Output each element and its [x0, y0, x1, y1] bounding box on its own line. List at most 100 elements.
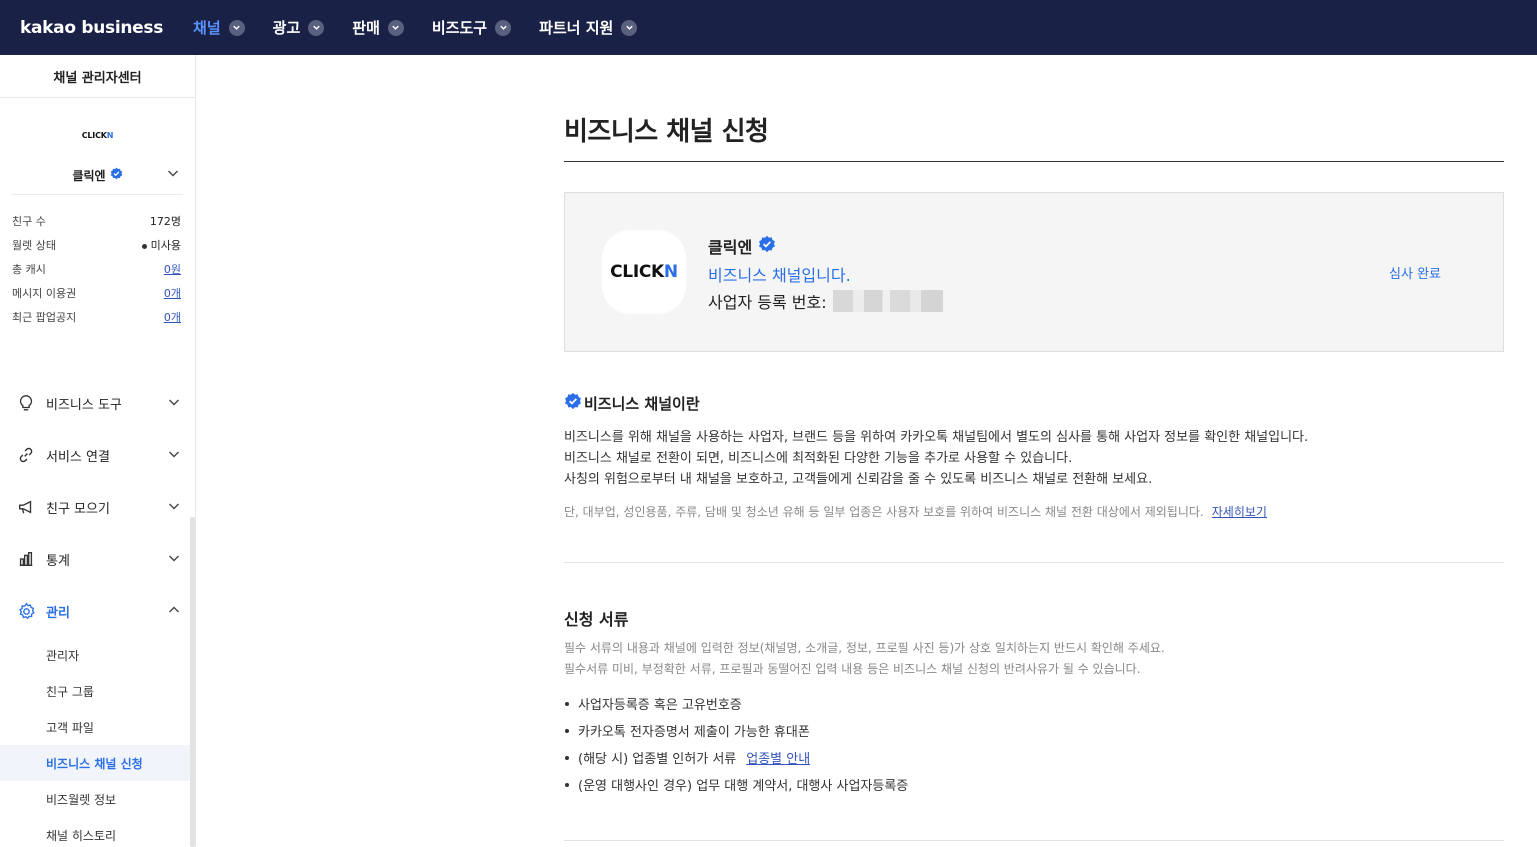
channel-name: 클릭엔	[72, 168, 106, 183]
stat-value: 172명	[149, 215, 181, 228]
profile-logo-text: CLICK	[610, 262, 664, 282]
list-item: (운영 대행사인 경우) 업무 대행 계약서, 대행사 사업자등록증	[564, 771, 908, 798]
description-line: 사칭의 위험으로부터 내 채널을 보호하고, 고객들에게 신뢰감을 줄 수 있도…	[564, 472, 1153, 487]
section-required-documents-title: 신청 서류	[564, 610, 629, 629]
chevron-down-icon	[387, 19, 404, 36]
stat-value-link[interactable]: 0개	[164, 285, 181, 301]
list-item-text: 카카오톡 전자증명서 제출이 가능한 휴대폰	[578, 725, 810, 740]
list-item: (해당 시) 업종별 인허가 서류 업종별 안내	[564, 744, 908, 771]
nav-channel-label: 채널	[193, 19, 221, 37]
status-dot	[141, 243, 147, 249]
submenu-customer-files[interactable]: 고객 파일	[0, 709, 190, 745]
stat-wallet: 월렛 상태 미사용	[12, 233, 181, 257]
submenu-business-channel-apply[interactable]: 비즈니스 채널 신청	[0, 745, 190, 781]
exclusion-note-text: 단, 대부업, 성인용품, 주류, 담배 및 청소년 유해 등 일부 업종은 사…	[564, 505, 1204, 519]
documents-description-line: 필수 서류의 내용과 채널에 입력한 정보(채널명, 소개글, 정보, 프로필 …	[564, 641, 1165, 655]
list-item-text: (해당 시) 업종별 인허가 서류	[578, 752, 737, 767]
channel-logo: CLICKN	[68, 131, 128, 140]
main-nav: 채널 광고 판매 비즈도구 파트너 지원	[193, 17, 665, 38]
nav-sales-label: 판매	[352, 19, 380, 37]
nav-biz-tools[interactable]: 비즈도구	[431, 17, 512, 38]
biz-number-label: 사업자 등록 번호:	[708, 293, 827, 312]
sidebar-item-gather-friends[interactable]: 친구 모으기	[0, 481, 190, 533]
documents-description-line: 필수서류 미비, 부정확한 서류, 프로필과 동떨어진 입력 내용 등은 비즈니…	[564, 662, 1141, 676]
channel-stats: 친구 수 172명 월렛 상태 미사용 총 캐시 0원 메시지 이용권 0개 최근 팝업…	[0, 195, 195, 329]
stat-value-link[interactable]: 0개	[164, 309, 181, 325]
redacted-biz-number	[832, 290, 943, 312]
chevron-down-icon	[168, 500, 180, 516]
page-title: 비즈니스 채널 신청	[564, 117, 769, 147]
sidebar-item-label: 친구 모으기	[46, 501, 110, 517]
channel-selector[interactable]: 클릭엔	[0, 165, 195, 185]
sidebar-menu: 비즈니스 도구 서비스 연결 친구 모으기 통계 관리 관리자 친구 그룹 고객…	[0, 377, 190, 847]
management-submenu: 관리자 친구 그룹 고객 파일 비즈니스 채널 신청 비즈월렛 정보 채널 히스…	[0, 637, 190, 847]
bullet	[565, 728, 569, 733]
sidebar: 채널 관리자센터 CLICKN 클릭엔 친구 수 172명 월렛 상태 미사용 총 …	[0, 55, 196, 847]
learn-more-link[interactable]: 자세히보기	[1212, 505, 1267, 519]
profile-logo-accent: N	[663, 262, 678, 282]
review-status: 심사 완료	[1389, 267, 1441, 282]
channel-status-card: CLICK N 클릭엔 비즈니스 채널입니다. 사업자 등록 번호: 심사 완료	[564, 192, 1504, 352]
nav-biz-tools-label: 비즈도구	[431, 19, 488, 37]
title-divider	[564, 161, 1504, 162]
chevron-down-icon	[308, 19, 325, 36]
sidebar-scrollbar[interactable]	[190, 517, 195, 847]
verified-badge-icon	[564, 392, 582, 414]
card-channel-name-row: 클릭엔	[708, 234, 776, 258]
list-item: 사업자등록증 혹은 고유번호증	[564, 690, 908, 717]
card-channel-type: 비즈니스 채널입니다.	[708, 266, 851, 285]
stat-label: 메시지 이용권	[12, 287, 77, 300]
channel-logo-text: CLICK	[81, 131, 107, 140]
nav-sales[interactable]: 판매	[352, 17, 404, 38]
channel-logo-accent: N	[106, 131, 114, 140]
section-description: 비즈니스를 위해 채널을 사용하는 사업자, 브랜드 등을 위하여 카카오톡 채…	[564, 427, 1308, 490]
description-line: 비즈니스 채널로 전환이 되면, 비즈니스에 최적화된 다양한 기능을 추가로 …	[564, 451, 1073, 466]
stat-label: 최근 팝업공지	[12, 311, 77, 324]
bullet	[565, 701, 569, 706]
list-item-text: 사업자등록증 혹은 고유번호증	[578, 698, 742, 713]
industry-guide-link[interactable]: 업종별 안내	[746, 748, 810, 767]
gear-icon	[16, 601, 36, 621]
submenu-channel-history[interactable]: 채널 히스토리	[0, 817, 190, 847]
card-biz-number: 사업자 등록 번호:	[708, 289, 943, 313]
sidebar-item-service-link[interactable]: 서비스 연결	[0, 429, 190, 481]
stat-value-link[interactable]: 0원	[164, 261, 181, 277]
chevron-up-icon	[168, 604, 180, 620]
section-what-is-business-channel-title: 비즈니스 채널이란	[564, 392, 700, 414]
card-channel-name: 클릭엔	[708, 238, 753, 257]
nav-ads-label: 광고	[272, 19, 301, 37]
megaphone-icon	[16, 497, 36, 517]
stat-label: 친구 수	[12, 215, 46, 228]
sidebar-item-biz-tools[interactable]: 비즈니스 도구	[0, 377, 190, 429]
stat-message-voucher: 메시지 이용권 0개	[12, 281, 181, 305]
section-divider	[564, 562, 1504, 563]
stat-label: 월렛 상태	[12, 239, 56, 252]
sidebar-title: 채널 관리자센터	[0, 55, 195, 98]
lightbulb-icon	[16, 393, 36, 413]
bullet	[565, 782, 569, 787]
stat-label: 총 캐시	[12, 263, 46, 276]
chevron-down-icon[interactable]	[167, 167, 179, 182]
description-line: 비즈니스를 위해 채널을 사용하는 사업자, 브랜드 등을 위하여 카카오톡 채…	[564, 430, 1309, 445]
section-title-text: 비즈니스 채널이란	[584, 394, 700, 413]
kakao-business-logo[interactable]: kakao business	[20, 18, 163, 38]
stat-friends: 친구 수 172명	[12, 209, 181, 233]
submenu-admins[interactable]: 관리자	[0, 637, 190, 673]
list-item: 카카오톡 전자증명서 제출이 가능한 휴대폰	[564, 717, 908, 744]
link-icon	[16, 445, 36, 465]
sidebar-item-management[interactable]: 관리	[0, 585, 190, 637]
chevron-down-icon	[168, 552, 180, 568]
sidebar-item-label: 비즈니스 도구	[46, 397, 122, 413]
nav-partner-support[interactable]: 파트너 지원	[539, 17, 638, 38]
nav-ads[interactable]: 광고	[273, 17, 325, 38]
sidebar-item-statistics[interactable]: 통계	[0, 533, 190, 585]
bullet	[565, 755, 569, 760]
exclusion-note: 단, 대부업, 성인용품, 주류, 담배 및 청소년 유해 등 일부 업종은 사…	[564, 503, 1267, 520]
sidebar-item-label: 관리	[46, 605, 70, 621]
submenu-bizwallet-info[interactable]: 비즈월렛 정보	[0, 781, 190, 817]
nav-channel[interactable]: 채널	[193, 17, 245, 38]
cutoff-icon	[16, 349, 30, 353]
submenu-friend-groups[interactable]: 친구 그룹	[0, 673, 190, 709]
stat-value: 미사용	[150, 239, 181, 252]
verified-badge-icon	[110, 167, 123, 183]
